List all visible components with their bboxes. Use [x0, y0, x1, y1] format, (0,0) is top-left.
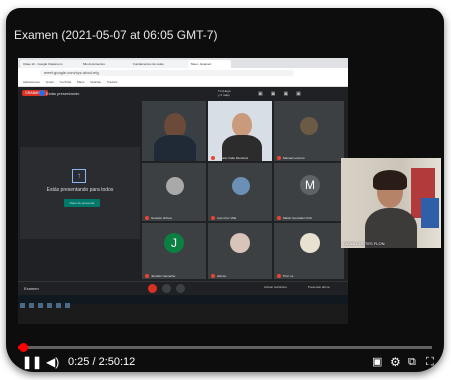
captions-button[interactable]: Activar subtítulos: [264, 285, 287, 289]
settings-gear-icon[interactable]: ⚙: [390, 354, 401, 370]
taskbar-app-icon[interactable]: [29, 303, 34, 308]
mic-off-icon: [211, 156, 215, 160]
mic-off-icon: [277, 216, 281, 220]
participant-tile[interactable]: Prof. ux: [274, 223, 344, 279]
bookmark-item[interactable]: Gmail: [46, 80, 54, 84]
participant-tile[interactable]: J Jennifer Camacho: [142, 223, 206, 279]
participant-tile[interactable]: Alonso: [208, 223, 272, 279]
mic-off-icon: [211, 274, 215, 278]
meet-controls-bar: Examen Activar subtítulos Presentar ahor…: [18, 281, 348, 296]
meet-header: GRABANDO Estás presentando Tú (Hugo y 2 …: [18, 87, 348, 101]
participant-tile[interactable]: Rosario Calle Mendoza: [208, 101, 272, 161]
presenter-name: DIANA CORTES FLON: [343, 241, 385, 246]
progress-scrubber[interactable]: [18, 343, 28, 352]
taskbar-app-icon[interactable]: [56, 303, 61, 308]
mic-button[interactable]: [162, 284, 171, 293]
participant-tile[interactable]: Luis Cruz Villa: [208, 163, 272, 221]
address-bar[interactable]: meet.google.com/xyz-abcd-efg: [40, 70, 294, 76]
volume-button[interactable]: ◀): [46, 354, 59, 370]
taskbar-app-icon[interactable]: [65, 303, 70, 308]
browser-tab[interactable]: Fundamentos de redes: [130, 60, 189, 68]
mic-off-icon: [145, 274, 149, 278]
present-now-button[interactable]: Presentar ahora: [308, 285, 330, 289]
participant-photo: [166, 177, 184, 195]
participant-tile[interactable]: [142, 101, 206, 161]
bookmark-item[interactable]: Maps: [77, 80, 84, 84]
time-display: 0:25 / 2:50:12: [68, 356, 136, 368]
camera-button[interactable]: [176, 284, 185, 293]
presenter-camera: DIANA CORTES FLON: [341, 158, 441, 248]
video-player[interactable]: Examen (2021-05-07 at 06:05 GMT-7) Clase…: [6, 8, 444, 372]
taskbar-app-icon[interactable]: [47, 303, 52, 308]
meeting-name: Examen: [24, 286, 39, 291]
start-icon[interactable]: [20, 303, 25, 308]
subtitles-button[interactable]: ▣: [372, 354, 382, 370]
bookmark-item[interactable]: Traducir: [107, 80, 118, 84]
browser-tabbar: Clase 12 - Google Classroom Mis document…: [18, 58, 348, 68]
miniplayer-button[interactable]: ⧉: [408, 354, 416, 370]
bookmark-item[interactable]: Noticias: [90, 80, 101, 84]
stop-presenting-button[interactable]: Dejar de presentar: [64, 199, 100, 207]
taskbar-app-icon[interactable]: [38, 303, 43, 308]
participant-photo: [300, 233, 320, 253]
participant-photo: [230, 233, 250, 253]
mic-off-icon: [277, 274, 281, 278]
presenting-message: Estás presentando para todos: [46, 187, 114, 193]
mic-off-icon: [211, 216, 215, 220]
mic-off-icon: [145, 216, 149, 220]
progress-bar[interactable]: [18, 343, 432, 352]
presenting-label: Estás presentando: [46, 91, 80, 96]
video-title: Examen (2021-05-07 at 06:05 GMT-7): [14, 28, 218, 42]
presenting-icon: [39, 90, 45, 96]
meet-header-icons[interactable]: ▣▣▣▣: [258, 91, 309, 97]
browser-tab[interactable]: Clase 12 - Google Classroom: [20, 60, 81, 68]
participant-photo: [300, 117, 318, 135]
browser-tab-active[interactable]: Meet - Examen: [188, 60, 231, 68]
screen-share-view: Clase 12 - Google Classroom Mis document…: [18, 58, 348, 324]
bookmark-item[interactable]: YouTube: [59, 80, 71, 84]
browser-toolbar: meet.google.com/xyz-abcd-efg: [18, 68, 348, 78]
participant-video: [232, 113, 252, 137]
participant-avatar: J: [164, 233, 184, 253]
participant-tile[interactable]: M Martin Gonzalez Ortiz: [274, 163, 344, 221]
presenting-panel: ↑ Estás presentando para todos Dejar de …: [20, 147, 140, 239]
present-screen-icon: ↑: [72, 169, 86, 183]
mic-off-icon: [277, 156, 281, 160]
browser-tab[interactable]: Mis documentos: [80, 60, 131, 68]
player-controls: ❚❚ ◀) 0:25 / 2:50:12 ▣ ⚙ ⧉ ⛶: [6, 354, 444, 370]
participant-tile[interactable]: Gerardo Ochoa: [142, 163, 206, 221]
meet-window: GRABANDO Estás presentando Tú (Hugo y 2 …: [18, 87, 348, 296]
end-call-button[interactable]: [148, 284, 157, 293]
participant-photo: [232, 177, 250, 195]
participant-avatar: M: [300, 175, 320, 195]
windows-taskbar: [18, 295, 348, 308]
pause-button[interactable]: ❚❚: [22, 354, 42, 370]
fullscreen-button[interactable]: ⛶: [426, 354, 434, 370]
bookmarks-bar: Aplicaciones Gmail YouTube Maps Noticias…: [18, 78, 348, 87]
participant-tile[interactable]: Manuel Lorenzo: [274, 101, 344, 161]
bookmark-item[interactable]: Aplicaciones: [23, 80, 40, 84]
host-name: Tú (Hugo y 2 más): [218, 89, 231, 97]
